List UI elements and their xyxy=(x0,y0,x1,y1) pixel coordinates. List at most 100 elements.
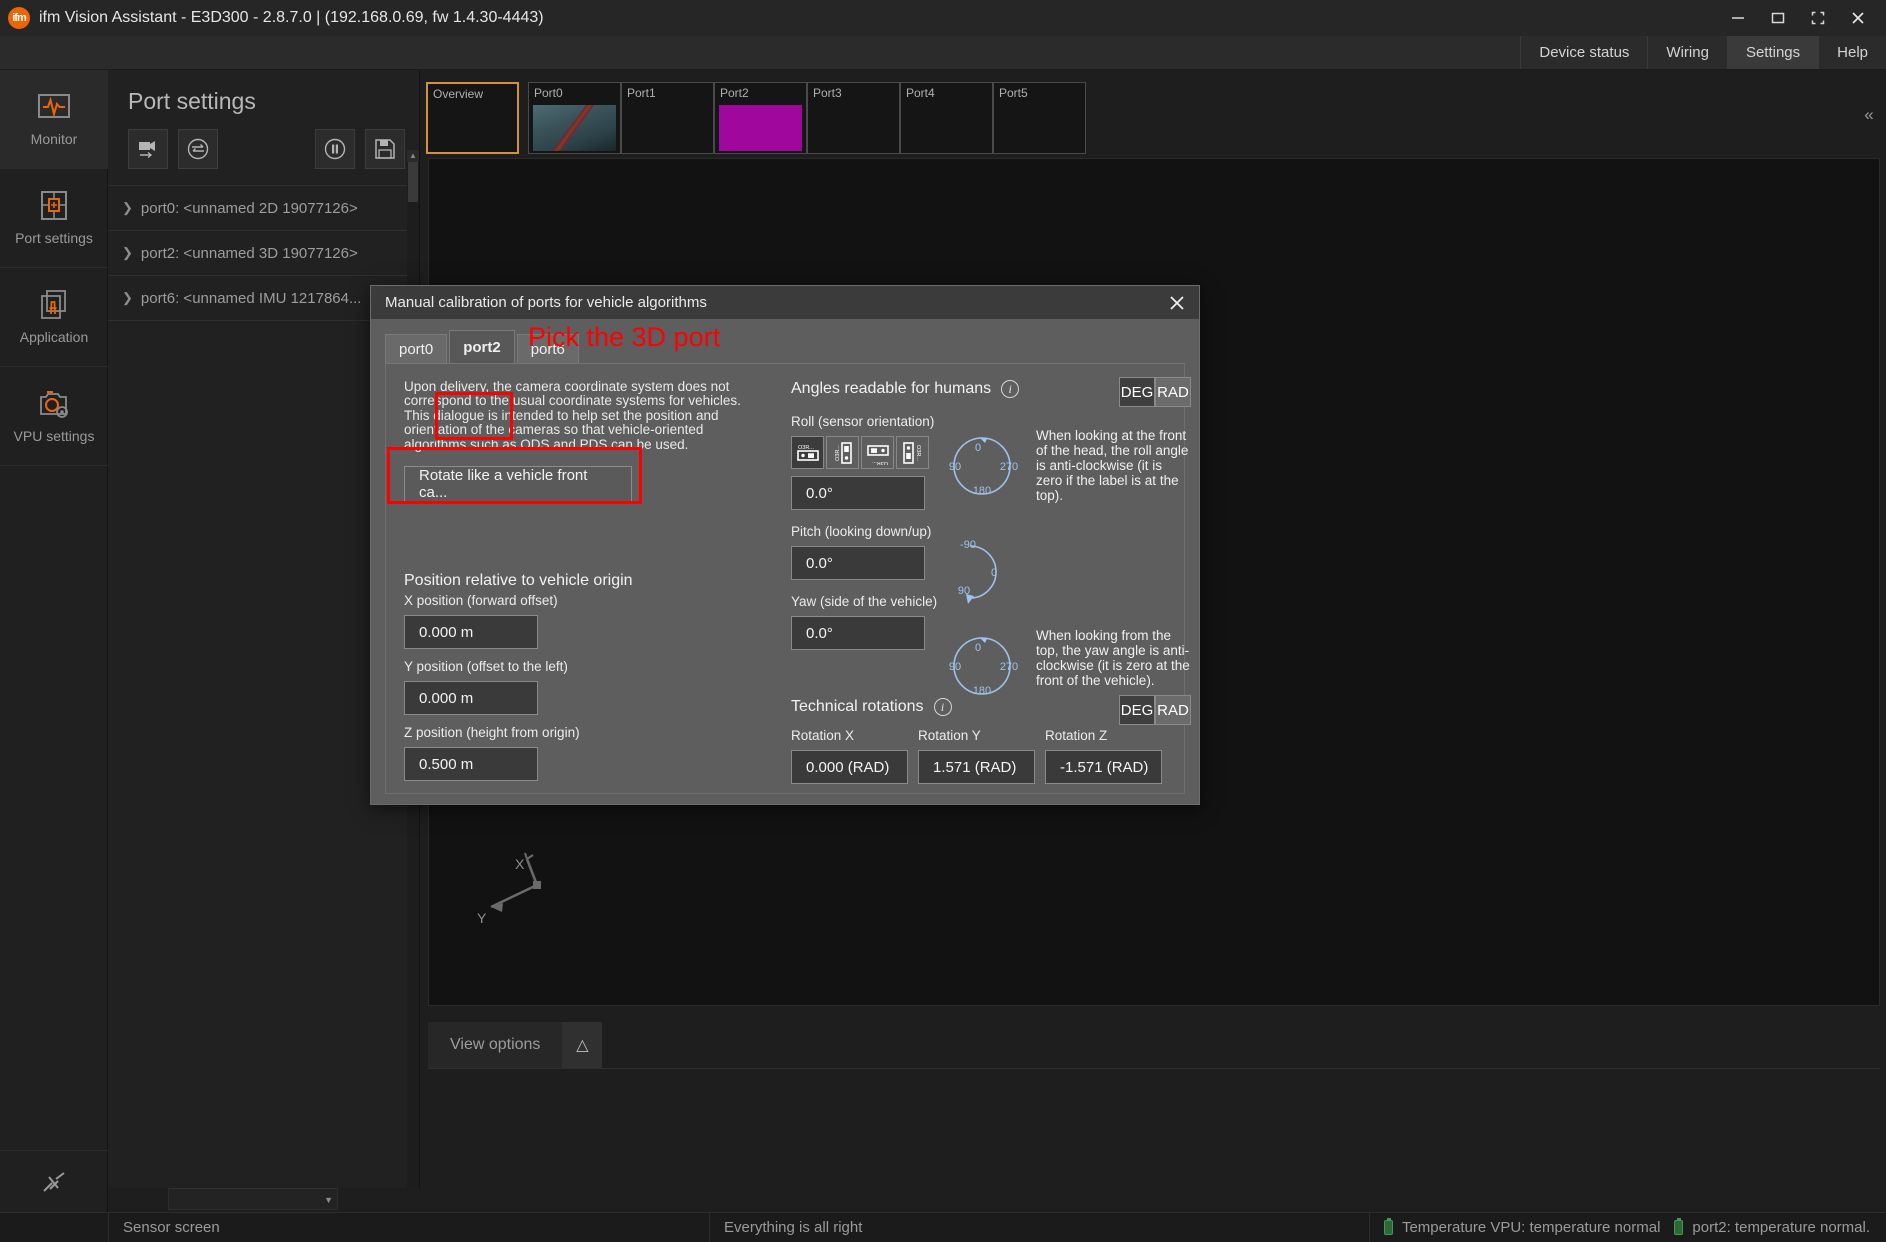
scroll-up-arrow-icon[interactable]: ▲ xyxy=(407,150,419,162)
svg-text:Y: Y xyxy=(477,910,487,926)
roll-orientation-270-button[interactable]: O3R... xyxy=(896,436,929,469)
annotation-label-pick-3d-port: Pick the 3D port xyxy=(528,322,720,353)
yaw-dial-icon: 0 90 270 180 xyxy=(946,628,1018,700)
window-title: ifm Vision Assistant - E3D300 - 2.8.7.0 … xyxy=(39,9,544,27)
thumbnail-label: Port1 xyxy=(622,83,713,100)
view-options-bar: View options △ xyxy=(428,1022,1880,1068)
rotate-like-vehicle-front-camera-button[interactable]: Rotate like a vehicle front ca... xyxy=(404,466,632,502)
rotation-z-label: Rotation Z xyxy=(1045,728,1162,743)
chevron-up-double-icon[interactable]: △ xyxy=(562,1022,602,1068)
technical-unit-rad-button[interactable]: RAD xyxy=(1155,695,1191,725)
rail-item-port-settings[interactable]: Port settings xyxy=(0,169,108,268)
minimize-button[interactable] xyxy=(1718,0,1758,36)
close-button[interactable] xyxy=(1838,0,1878,36)
port-list-item[interactable]: ❯ port0: <unnamed 2D 19077126> xyxy=(108,186,419,231)
dialog-close-button[interactable] xyxy=(1165,291,1189,315)
tab-port2[interactable]: port2 xyxy=(449,330,515,363)
thumbnail-port3[interactable]: Port3 xyxy=(807,82,900,154)
thumbnail-port0[interactable]: Port0 xyxy=(528,82,621,154)
status-temp-port2-label: port2: temperature normal. xyxy=(1692,1219,1870,1236)
scrollbar-thumb[interactable] xyxy=(408,162,418,202)
thumbnail-port4[interactable]: Port4 xyxy=(900,82,993,154)
arrows-swap-circle-icon[interactable] xyxy=(178,129,218,169)
rail-item-vpu-settings[interactable]: VPU settings xyxy=(0,367,108,466)
angles-unit-deg-button[interactable]: DEG xyxy=(1119,377,1155,407)
z-position-field[interactable]: 0.500 m xyxy=(404,747,538,781)
status-center: Everything is all right xyxy=(710,1213,1369,1242)
rotation-z-field[interactable]: -1.571 (RAD) xyxy=(1045,750,1162,784)
status-temp-vpu-label: Temperature VPU: temperature normal xyxy=(1402,1219,1660,1236)
roll-orientation-90-button[interactable]: O3R... xyxy=(826,436,859,469)
angles-unit-rad-button[interactable]: RAD xyxy=(1155,377,1191,407)
angles-unit-toggle: DEG RAD xyxy=(1119,377,1191,407)
info-circle-icon[interactable]: i xyxy=(934,698,952,716)
dialog-left-column: Upon delivery, the camera coordinate sys… xyxy=(404,380,774,781)
roll-value-field[interactable]: 0.0° xyxy=(791,476,925,510)
port-list-item-label: port0: <unnamed 2D 19077126> xyxy=(141,200,358,217)
y-position-field[interactable]: 0.000 m xyxy=(404,681,538,715)
dialog-intro-text: Upon delivery, the camera coordinate sys… xyxy=(404,380,769,452)
view-options-tab[interactable]: View options △ xyxy=(428,1022,602,1068)
svg-text:-90: -90 xyxy=(960,539,976,551)
roll-orientation-0-button[interactable]: O3R... xyxy=(791,436,824,469)
svg-text:90: 90 xyxy=(949,661,961,673)
application-window: ifm ifm Vision Assistant - E3D300 - 2.8.… xyxy=(0,0,1886,1242)
rail-item-application[interactable]: Application xyxy=(0,268,108,367)
technical-section-heading: Technical rotations xyxy=(791,698,924,716)
thumbnail-port2[interactable]: Port2 xyxy=(714,82,807,154)
fullscreen-button[interactable] xyxy=(1798,0,1838,36)
yaw-hint-text: When looking from the top, the yaw angle… xyxy=(1036,628,1191,688)
roll-label: Roll (sensor orientation) xyxy=(791,414,1191,429)
tab-port0[interactable]: port0 xyxy=(385,334,447,363)
chevron-right-icon: ❯ xyxy=(122,200,133,216)
rotation-x-field[interactable]: 0.000 (RAD) xyxy=(791,750,908,784)
sensor-screen-dropdown[interactable]: ▼ xyxy=(168,1188,338,1210)
thumbnail-port5[interactable]: Port5 xyxy=(993,82,1086,154)
manual-calibration-dialog: Manual calibration of ports for vehicle … xyxy=(370,285,1200,805)
status-left: Sensor screen xyxy=(109,1213,709,1242)
port-list-item-label: port6: <unnamed IMU 1217864... xyxy=(141,290,362,307)
title-bar: ifm ifm Vision Assistant - E3D300 - 2.8.… xyxy=(0,0,1886,36)
thumbnail-port1[interactable]: Port1 xyxy=(621,82,714,154)
svg-text:O3R...: O3R... xyxy=(798,445,814,451)
port-list-item[interactable]: ❯ port2: <unnamed 3D 19077126> xyxy=(108,231,419,276)
yaw-value-field[interactable]: 0.0° xyxy=(791,616,925,650)
dialog-tabs: port0 port2 port6 xyxy=(385,331,1185,364)
pitch-dial-icon: -90 0 90 xyxy=(946,536,1016,606)
rail-label-application: Application xyxy=(20,329,89,345)
menu-item-help[interactable]: Help xyxy=(1818,36,1886,69)
info-circle-icon[interactable]: i xyxy=(1001,380,1019,398)
svg-text:180: 180 xyxy=(973,485,991,497)
x-position-label: X position (forward offset) xyxy=(404,593,774,608)
svg-text:O3R...: O3R... xyxy=(871,460,887,465)
svg-text:270: 270 xyxy=(1000,661,1018,673)
svg-text:90: 90 xyxy=(949,461,961,473)
disconnect-plug-icon xyxy=(34,1169,74,1203)
thumbnail-overview[interactable]: Overview xyxy=(426,82,519,154)
dialog-body: port0 port2 port6 Upon delivery, the cam… xyxy=(385,331,1185,794)
battery-ok-icon xyxy=(1674,1220,1683,1235)
bottom-combo-strip: ▼ xyxy=(108,1188,708,1212)
roll-orientation-180-button[interactable]: O3R... xyxy=(861,436,894,469)
floppy-save-icon[interactable] xyxy=(365,129,405,169)
thumbnail-label: Port0 xyxy=(529,83,620,100)
view-options-label[interactable]: View options xyxy=(428,1022,562,1068)
maximize-button[interactable] xyxy=(1758,0,1798,36)
menu-item-device-status[interactable]: Device status xyxy=(1520,36,1647,69)
x-position-field[interactable]: 0.000 m xyxy=(404,615,538,649)
status-temp-port2: port2: temperature normal. xyxy=(1660,1213,1886,1242)
rail-item-monitor[interactable]: Monitor xyxy=(0,70,108,169)
rotation-y-field[interactable]: 1.571 (RAD) xyxy=(918,750,1035,784)
pause-circle-icon[interactable] xyxy=(315,129,355,169)
roll-dial-icon: 0 90 270 180 xyxy=(946,428,1018,500)
svg-text:270: 270 xyxy=(1000,461,1018,473)
pitch-value-field[interactable]: 0.0° xyxy=(791,546,925,580)
technical-unit-deg-button[interactable]: DEG xyxy=(1119,695,1155,725)
thumbnail-label: Port3 xyxy=(808,83,899,100)
collapse-panel-button[interactable]: « xyxy=(1858,100,1880,130)
menu-item-settings[interactable]: Settings xyxy=(1727,36,1818,69)
menu-item-wiring[interactable]: Wiring xyxy=(1647,36,1727,69)
window-controls xyxy=(1718,0,1878,36)
svg-text:0: 0 xyxy=(975,642,981,654)
camera-export-icon[interactable] xyxy=(128,129,168,169)
